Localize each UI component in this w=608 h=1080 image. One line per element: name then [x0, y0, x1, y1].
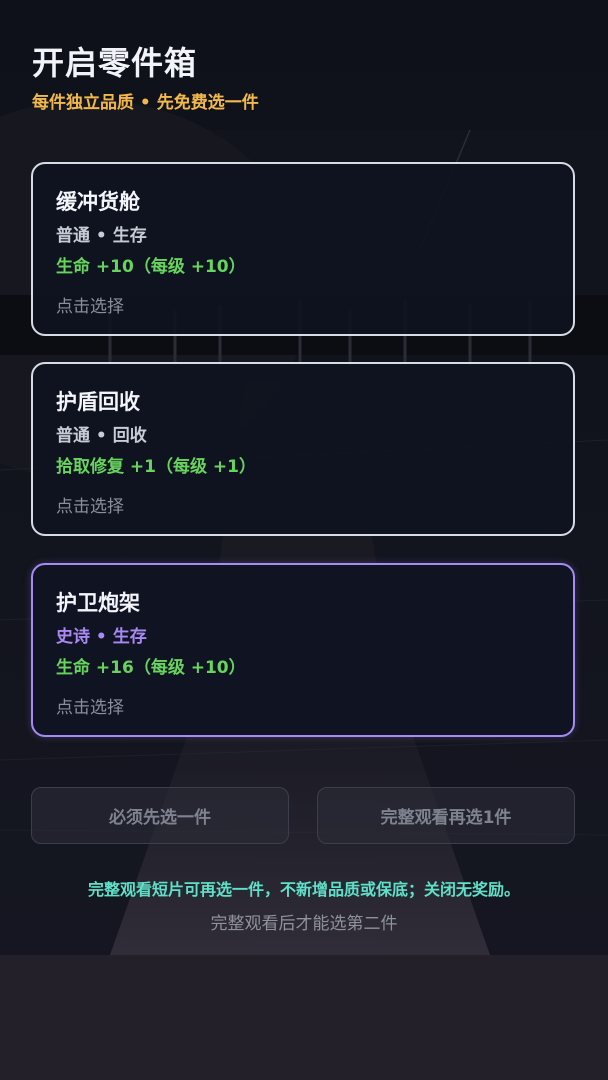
select-hint: 点击选择: [56, 698, 124, 718]
part-card-1[interactable]: 缓冲货舱 普通 • 生存 生命 +10（每级 +10） 点击选择: [31, 162, 575, 336]
part-rarity-type: 普通 • 生存: [56, 226, 147, 246]
must-pick-first-button[interactable]: 必须先选一件: [31, 787, 289, 844]
select-hint: 点击选择: [56, 297, 124, 317]
ad-sub-notice: 完整观看后才能选第二件: [210, 914, 398, 934]
header: 开启零件箱 每件独立品质 • 先免费选一件: [32, 40, 259, 113]
part-stat: 生命 +10（每级 +10）: [56, 257, 246, 277]
part-name: 缓冲货舱: [56, 190, 140, 214]
part-card-3[interactable]: 护卫炮架 史诗 • 生存 生命 +16（每级 +10） 点击选择: [31, 563, 575, 737]
page-title: 开启零件箱: [32, 44, 198, 82]
part-card-2[interactable]: 护盾回收 普通 • 回收 拾取修复 +1（每级 +1） 点击选择: [31, 362, 575, 536]
part-name: 护卫炮架: [56, 591, 140, 615]
page-subtitle: 每件独立品质 • 先免费选一件: [32, 93, 259, 113]
watch-to-pick-another-button[interactable]: 完整观看再选1件: [317, 787, 575, 844]
part-name: 护盾回收: [56, 390, 140, 414]
part-stat: 生命 +16（每级 +10）: [56, 658, 246, 678]
part-stat: 拾取修复 +1（每级 +1）: [56, 457, 256, 477]
part-rarity-type: 普通 • 回收: [56, 426, 147, 446]
select-hint: 点击选择: [56, 497, 124, 517]
ad-notice: 完整观看短片可再选一件，不新增品质或保底；关闭无奖励。: [87, 880, 520, 899]
part-rarity-type: 史诗 • 生存: [56, 627, 147, 647]
